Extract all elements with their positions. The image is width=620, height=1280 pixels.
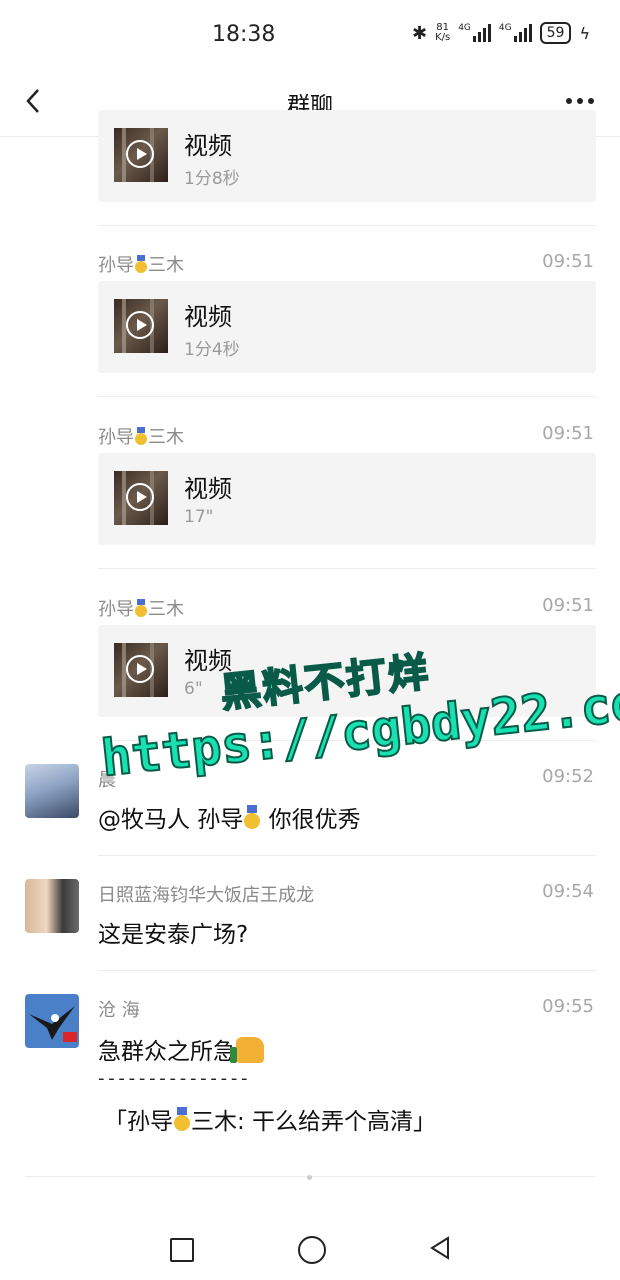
recents-button[interactable] (170, 1238, 194, 1262)
avatar[interactable] (25, 879, 79, 933)
message-sender[interactable]: 沧 海 (98, 996, 140, 1022)
medal-icon (134, 427, 148, 445)
message-text: @牧马人 孙导 你很优秀 (98, 800, 361, 834)
network-speed: 81 K/s (435, 23, 450, 43)
bluetooth-icon: ✱ (411, 22, 428, 44)
message-text-part: @牧马人 孙导 (98, 807, 244, 833)
message-time: 09:51 (542, 595, 594, 616)
video-thumbnail (114, 643, 168, 697)
video-title: 视频 (184, 475, 232, 503)
message-time: 09:51 (542, 251, 594, 272)
video-duration: 6" (184, 679, 203, 699)
divider (98, 396, 596, 397)
status-time: 18:38 (212, 22, 276, 47)
video-thumbnail (114, 299, 168, 353)
back-triangle-icon[interactable] (428, 1236, 452, 1260)
message-text-part: 急群众之所急 (98, 1039, 236, 1065)
video-thumbnail (114, 128, 168, 182)
divider (98, 855, 596, 856)
message-text: 急群众之所急 (98, 1032, 264, 1066)
quote-text: 「孙导 三木: 干么给弄个高清」 (104, 1102, 436, 1136)
divider (98, 568, 596, 569)
divider (98, 970, 596, 971)
quote-text-part: 三木: 干么给弄个高清」 (191, 1109, 437, 1135)
video-duration: 1分4秒 (184, 340, 240, 360)
video-duration: 1分8秒 (184, 169, 240, 189)
scroll-dot (307, 1175, 312, 1180)
message-text-part: 你很优秀 (261, 807, 361, 833)
signal-icon-1: 4G (458, 24, 491, 42)
status-bar: 18:38 ✱ 81 K/s 4G 4G 59 ϟ (0, 0, 620, 70)
message-sender[interactable]: 孙导 三木 (98, 423, 184, 449)
network-type-2: 4G (498, 23, 512, 33)
medal-icon (134, 255, 148, 273)
video-message[interactable]: 视频 17" (98, 453, 596, 545)
medal-icon (134, 599, 148, 617)
play-icon (126, 483, 154, 511)
status-icons: ✱ 81 K/s 4G 4G 59 ϟ (412, 22, 590, 44)
sender-name-part: 孙导 (98, 255, 134, 276)
message-text: 这是安泰广场? (98, 922, 249, 948)
play-icon (126, 655, 154, 683)
message-time: 09:52 (542, 766, 594, 787)
more-options-icon[interactable] (566, 98, 594, 104)
message-sender[interactable]: 孙导 三木 (98, 251, 184, 277)
charging-icon: ϟ (579, 23, 590, 43)
video-thumbnail (114, 471, 168, 525)
message-time: 09:55 (542, 996, 594, 1017)
sender-name-part: 孙导 (98, 599, 134, 620)
video-message[interactable]: 视频 1分8秒 (98, 110, 596, 202)
network-speed-unit: K/s (435, 32, 451, 43)
play-icon (126, 140, 154, 168)
thumbs-up-icon (230, 1037, 264, 1063)
video-message[interactable]: 视频 1分4秒 (98, 281, 596, 373)
message-sender[interactable]: 孙导 三木 (98, 595, 184, 621)
quote-separator: - - - - - - - - - - - - - - - (98, 1068, 248, 1089)
medal-icon (173, 1107, 191, 1131)
video-duration: 17" (184, 507, 214, 527)
network-type-1: 4G (458, 23, 471, 33)
system-nav-bar (0, 1210, 620, 1280)
avatar[interactable] (25, 994, 79, 1048)
avatar[interactable] (25, 764, 79, 818)
message-time: 09:51 (542, 423, 594, 444)
divider (98, 225, 596, 226)
video-title: 视频 (184, 303, 232, 331)
message-sender[interactable]: 日照蓝海钧华大饭店王成龙 (98, 881, 314, 907)
sender-name-part: 三木 (148, 599, 184, 620)
signal-icon-2: 4G (499, 24, 532, 42)
medal-icon (243, 805, 261, 829)
message-time: 09:54 (542, 881, 594, 902)
play-icon (126, 311, 154, 339)
battery-icon: 59 (539, 22, 572, 44)
home-button[interactable] (298, 1236, 326, 1264)
quote-text-part: 「孙导 (104, 1109, 173, 1135)
eagle-icon (29, 1006, 77, 1042)
sender-name-part: 孙导 (98, 427, 134, 448)
video-title: 视频 (184, 132, 232, 160)
sender-name-part: 三木 (148, 255, 184, 276)
sender-name-part: 三木 (148, 427, 184, 448)
